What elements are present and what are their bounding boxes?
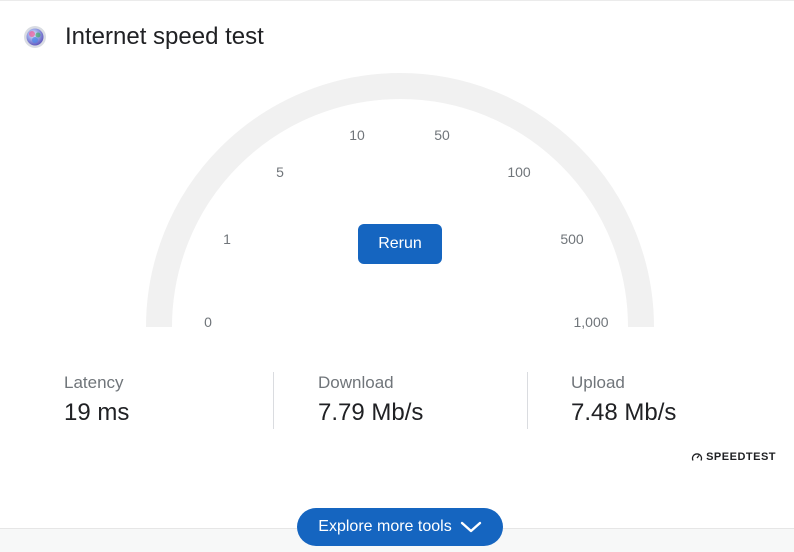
speed-gauge (146, 73, 654, 328)
gauge-tick-1: 1 (223, 231, 231, 247)
rerun-button[interactable]: Rerun (358, 224, 442, 264)
gauge-tick-500: 500 (560, 231, 584, 247)
gauge-tick-5: 5 (276, 164, 284, 180)
chevron-down-icon (460, 521, 481, 533)
speed-test-globe-icon (24, 26, 46, 48)
gauge-tick-0: 0 (204, 314, 212, 330)
gauge-tick-1000: 1,000 (573, 314, 609, 330)
download-stat: Download 7.79 Mb/s (318, 373, 423, 427)
upload-stat: Upload 7.48 Mb/s (571, 373, 676, 427)
explore-label: Explore more tools (318, 518, 452, 535)
gauge-track (146, 73, 654, 328)
latency-stat: Latency 19 ms (64, 373, 129, 427)
latency-value: 19 ms (64, 399, 130, 426)
upload-value: 7.48 Mb/s (571, 399, 677, 426)
stat-divider (527, 372, 528, 429)
gauge-tick-50: 50 (434, 127, 450, 143)
upload-label: Upload (571, 373, 625, 392)
download-value: 7.79 Mb/s (318, 399, 424, 426)
explore-more-tools-button[interactable]: Explore more tools (297, 508, 503, 546)
gauge-tick-10: 10 (349, 127, 365, 143)
speedometer-icon (691, 453, 703, 461)
latency-label: Latency (64, 373, 124, 392)
gauge-tick-100: 100 (507, 164, 531, 180)
stat-divider (273, 372, 274, 429)
speedtest-brand-label: SPEEDTEST (706, 451, 776, 463)
download-label: Download (318, 373, 394, 392)
speed-test-card: Internet speed test 0 1 5 10 50 100 500 … (0, 0, 794, 528)
speedtest-brand-link[interactable]: SPEEDTEST (691, 451, 776, 463)
page-title: Internet speed test (65, 23, 264, 50)
